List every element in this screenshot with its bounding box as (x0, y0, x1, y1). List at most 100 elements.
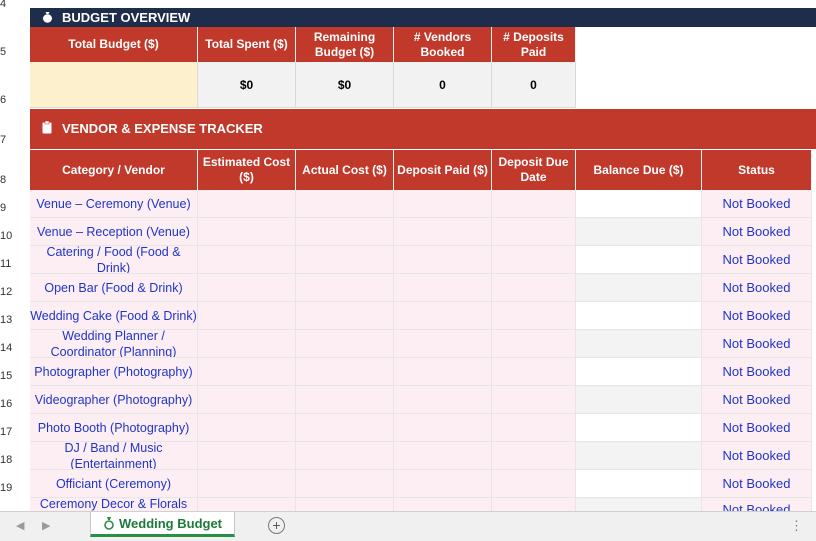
deposit-paid-cell[interactable] (394, 330, 492, 358)
balance-due-cell[interactable] (576, 414, 702, 442)
estimated-cost-cell[interactable] (198, 246, 296, 274)
deposits-paid-header[interactable]: # Deposits Paid (492, 27, 576, 62)
deposit-paid-cell[interactable] (394, 470, 492, 498)
deposit-paid-cell[interactable] (394, 302, 492, 330)
sheet-tab-wedding-budget[interactable]: Wedding Budget (90, 512, 235, 537)
remaining-budget-value[interactable]: $0 (296, 62, 394, 108)
balance-due-cell[interactable] (576, 470, 702, 498)
status-cell[interactable]: Not Booked (702, 190, 812, 218)
balance-due-cell[interactable] (576, 330, 702, 358)
row-number[interactable]: 6 (0, 94, 12, 106)
category-cell[interactable]: Ceremony Decor & Florals (30, 498, 198, 511)
deposit-paid-cell[interactable] (394, 246, 492, 274)
actual-cost-cell[interactable] (296, 190, 394, 218)
scroll-tabs-left-icon[interactable]: ◀ (16, 519, 24, 532)
status-cell[interactable]: Not Booked (702, 246, 812, 274)
category-cell[interactable]: Photographer (Photography) (30, 358, 198, 386)
deposit-due-date-cell[interactable] (492, 414, 576, 442)
balance-due-cell[interactable] (576, 246, 702, 274)
category-cell[interactable]: Photo Booth (Photography) (30, 414, 198, 442)
row-number[interactable]: 15 (0, 370, 12, 382)
row-number[interactable]: 17 (0, 426, 12, 438)
status-cell[interactable]: Not Booked (702, 274, 812, 302)
status-cell[interactable]: Not Booked (702, 470, 812, 498)
row-number[interactable]: 14 (0, 342, 12, 354)
row-number[interactable]: 5 (0, 46, 12, 58)
balance-due-cell[interactable] (576, 386, 702, 414)
more-options-icon[interactable]: ⋮ (790, 518, 803, 534)
estimated-cost-cell[interactable] (198, 386, 296, 414)
actual-cost-cell[interactable] (296, 442, 394, 470)
deposit-due-date-cell[interactable] (492, 358, 576, 386)
deposit-paid-header[interactable]: Deposit Paid ($) (394, 150, 492, 190)
estimated-cost-cell[interactable] (198, 358, 296, 386)
balance-due-cell[interactable] (576, 274, 702, 302)
deposit-due-date-cell[interactable] (492, 442, 576, 470)
balance-due-cell[interactable] (576, 358, 702, 386)
row-number[interactable]: 9 (0, 202, 12, 214)
estimated-cost-cell[interactable] (198, 218, 296, 246)
deposit-due-date-cell[interactable] (492, 498, 576, 511)
category-cell[interactable]: Wedding Cake (Food & Drink) (30, 302, 198, 330)
deposits-paid-value[interactable]: 0 (492, 62, 576, 108)
total-spent-header[interactable]: Total Spent ($) (198, 27, 296, 62)
row-number[interactable]: 4 (0, 0, 12, 10)
estimated-cost-cell[interactable] (198, 498, 296, 511)
status-cell[interactable]: Not Booked (702, 414, 812, 442)
estimated-cost-cell[interactable] (198, 414, 296, 442)
actual-cost-cell[interactable] (296, 358, 394, 386)
deposit-paid-cell[interactable] (394, 358, 492, 386)
deposit-paid-cell[interactable] (394, 218, 492, 246)
row-number[interactable]: 12 (0, 286, 12, 298)
balance-due-cell[interactable] (576, 442, 702, 470)
status-header[interactable]: Status (702, 150, 812, 190)
category-cell[interactable]: Officiant (Ceremony) (30, 470, 198, 498)
total-budget-header[interactable]: Total Budget ($) (30, 27, 198, 62)
status-cell[interactable]: Not Booked (702, 302, 812, 330)
actual-cost-cell[interactable] (296, 274, 394, 302)
row-number[interactable]: 11 (0, 258, 12, 270)
actual-cost-header[interactable]: Actual Cost ($) (296, 150, 394, 190)
status-cell[interactable]: Not Booked (702, 358, 812, 386)
deposit-due-date-cell[interactable] (492, 274, 576, 302)
scroll-tabs-right-icon[interactable]: ▶ (42, 519, 50, 532)
vendors-booked-value[interactable]: 0 (394, 62, 492, 108)
category-vendor-header[interactable]: Category / Vendor (30, 150, 198, 190)
deposit-paid-cell[interactable] (394, 442, 492, 470)
balance-due-cell[interactable] (576, 190, 702, 218)
actual-cost-cell[interactable] (296, 414, 394, 442)
actual-cost-cell[interactable] (296, 302, 394, 330)
category-cell[interactable]: Venue – Ceremony (Venue) (30, 190, 198, 218)
estimated-cost-cell[interactable] (198, 302, 296, 330)
category-cell[interactable]: DJ / Band / Music (Entertainment) (30, 442, 198, 470)
balance-due-cell[interactable] (576, 498, 702, 511)
actual-cost-cell[interactable] (296, 330, 394, 358)
row-number[interactable]: 18 (0, 454, 12, 466)
row-number[interactable]: 8 (0, 174, 12, 186)
balance-due-cell[interactable] (576, 218, 702, 246)
remaining-budget-header[interactable]: Remaining Budget ($) (296, 27, 394, 62)
deposit-due-date-cell[interactable] (492, 302, 576, 330)
deposit-paid-cell[interactable] (394, 274, 492, 302)
category-cell[interactable]: Open Bar (Food & Drink) (30, 274, 198, 302)
balance-due-cell[interactable] (576, 302, 702, 330)
vendors-booked-header[interactable]: # Vendors Booked (394, 27, 492, 62)
actual-cost-cell[interactable] (296, 470, 394, 498)
actual-cost-cell[interactable] (296, 498, 394, 511)
actual-cost-cell[interactable] (296, 246, 394, 274)
estimated-cost-cell[interactable] (198, 190, 296, 218)
balance-due-header[interactable]: Balance Due ($) (576, 150, 702, 190)
status-cell[interactable]: Not Booked (702, 330, 812, 358)
category-cell[interactable]: Wedding Planner / Coordinator (Planning) (30, 330, 198, 358)
deposit-due-date-cell[interactable] (492, 246, 576, 274)
row-number[interactable]: 19 (0, 482, 12, 494)
category-cell[interactable]: Venue – Reception (Venue) (30, 218, 198, 246)
row-number[interactable]: 7 (0, 134, 12, 146)
category-cell[interactable]: Videographer (Photography) (30, 386, 198, 414)
deposit-due-date-cell[interactable] (492, 330, 576, 358)
total-spent-value[interactable]: $0 (198, 62, 296, 108)
actual-cost-cell[interactable] (296, 386, 394, 414)
row-number[interactable]: 16 (0, 398, 12, 410)
status-cell[interactable]: Not Booked (702, 498, 812, 511)
deposit-due-date-cell[interactable] (492, 218, 576, 246)
